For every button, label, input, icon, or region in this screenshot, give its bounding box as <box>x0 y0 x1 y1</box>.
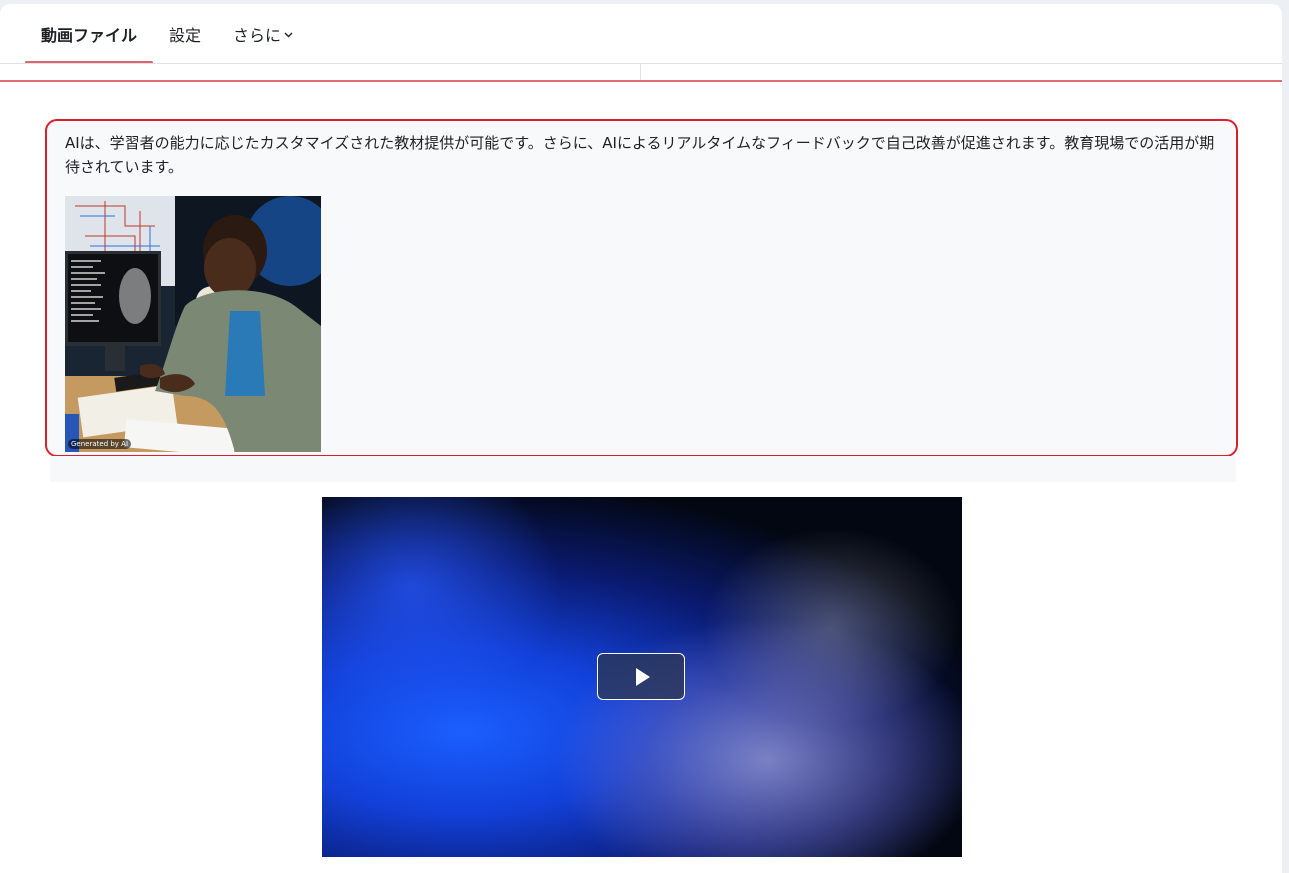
video-player[interactable] <box>322 497 962 857</box>
play-icon <box>636 668 650 686</box>
tab-settings-label: 設定 <box>169 26 202 45</box>
content-paragraph: AIは、学習者の能力に応じたカスタマイズされた教材提供が可能です。さらに、AIに… <box>65 134 1215 176</box>
video-smoke-layer <box>702 527 962 727</box>
tab-more-label: さらに <box>233 26 282 45</box>
content-block: AIは、学習者の能力に応じたカスタマイズされた教材提供が可能です。さらに、AIに… <box>45 119 1238 457</box>
tab-bar: 動画ファイル 設定 さらに <box>0 4 1282 64</box>
accent-rule <box>0 80 1282 82</box>
video-smoke-layer <box>322 497 562 717</box>
tab-bar-divider <box>0 63 1282 64</box>
tab-settings[interactable]: 設定 <box>153 4 217 64</box>
tab-video-file-label: 動画ファイル <box>41 26 138 45</box>
play-button[interactable] <box>597 653 685 700</box>
page: 動画ファイル 設定 さらに AIは、学習者の能力に応じたカスタマイズされた教材提… <box>0 4 1282 873</box>
tab-more[interactable]: さらに <box>217 4 309 64</box>
generated-by-ai-badge: Generated by AI <box>68 439 132 449</box>
student-computer-image: Generated by AI <box>65 196 321 452</box>
chevron-down-icon <box>284 30 293 41</box>
column-divider <box>640 64 641 81</box>
content-footer-strip <box>50 456 1236 482</box>
tab-video-file[interactable]: 動画ファイル <box>25 4 154 64</box>
